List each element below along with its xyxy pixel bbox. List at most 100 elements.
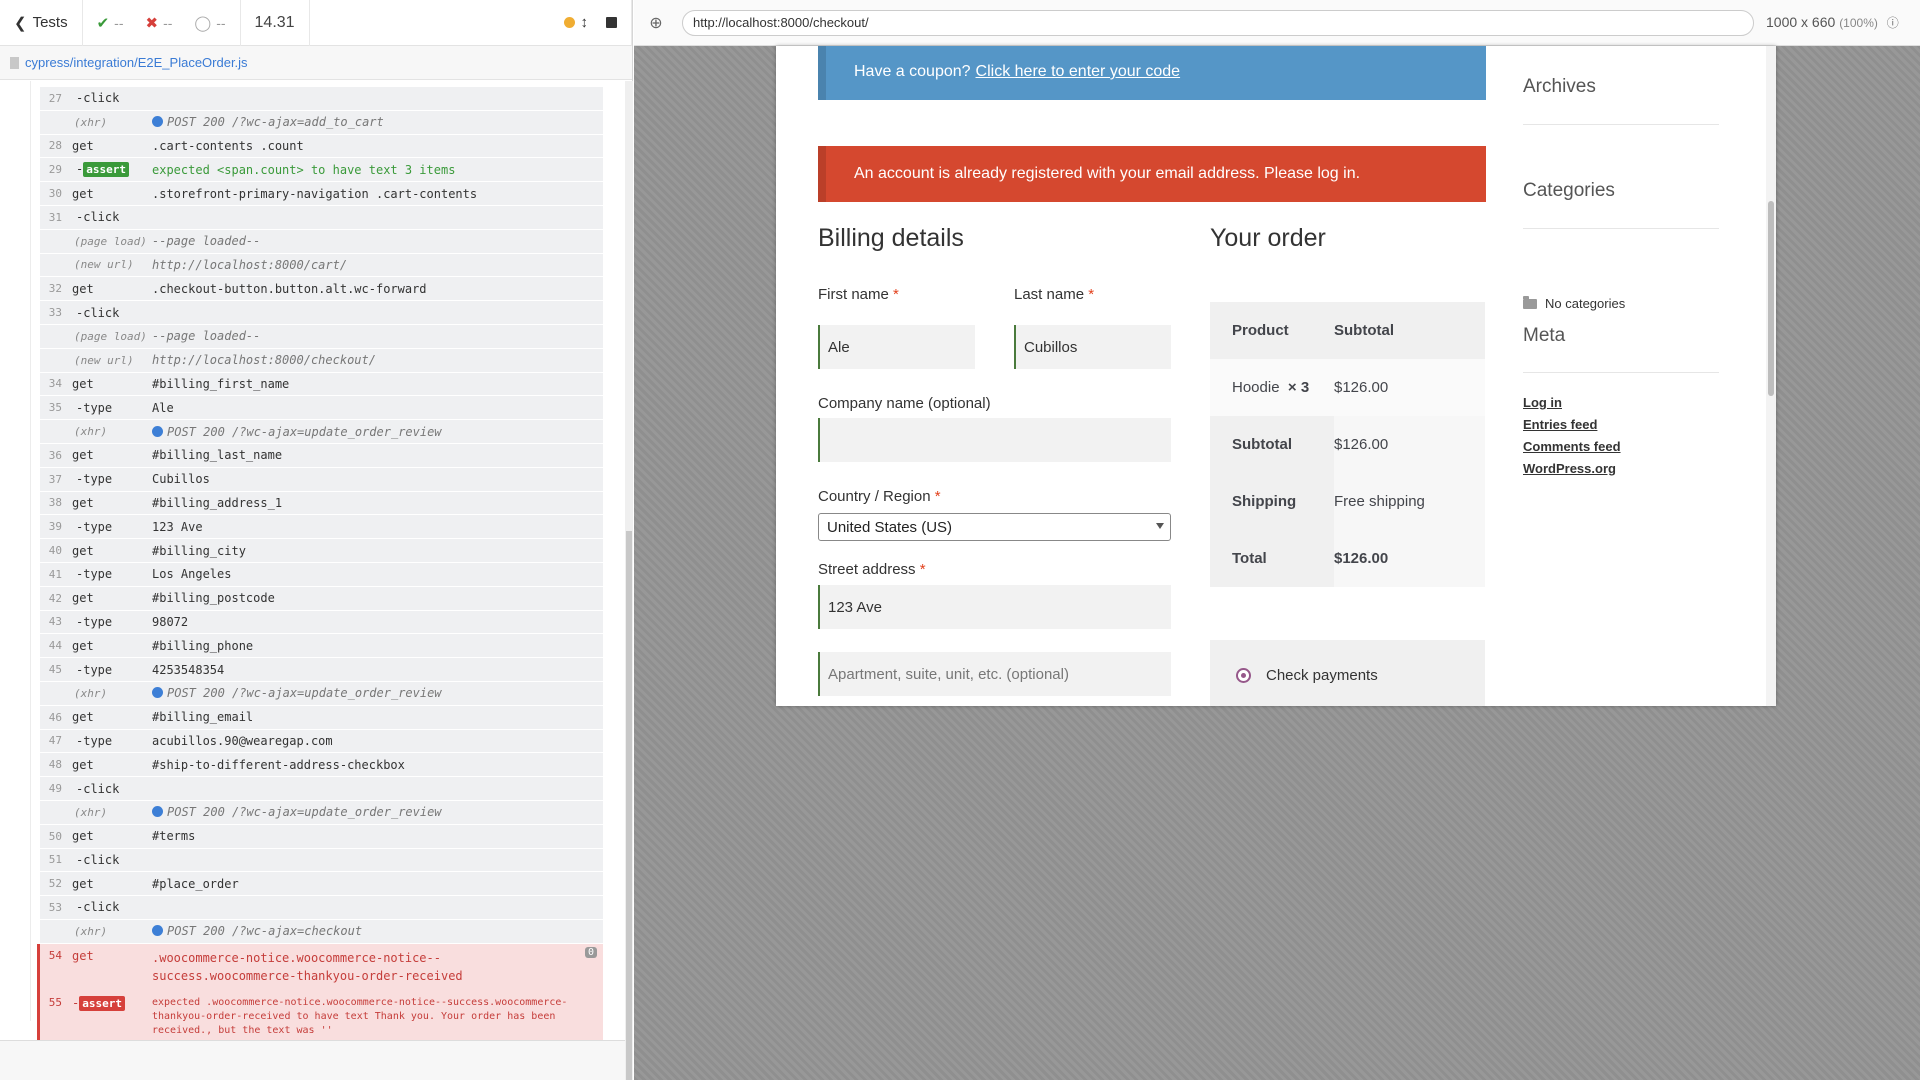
- page-scrollbar[interactable]: [1766, 46, 1776, 706]
- command-name: -type: [76, 519, 113, 534]
- stop-icon[interactable]: [606, 17, 617, 28]
- command-name: -click: [76, 781, 120, 796]
- command-message: 98072: [152, 614, 189, 629]
- command-row[interactable]: 27 -click: [40, 87, 603, 111]
- log-scrollbar-thumb[interactable]: [626, 531, 632, 1080]
- archives-heading: Archives: [1523, 76, 1596, 97]
- command-row[interactable]: 34 get #billing_first_name: [40, 372, 603, 397]
- command-row[interactable]: (xhr) POST 200 /?wc-ajax=update_order_rev…: [40, 420, 603, 444]
- command-row[interactable]: (xhr) POST 200 /?wc-ajax=checkout: [40, 919, 603, 944]
- spec-file-link[interactable]: cypress/integration/E2E_PlaceOrder.js: [25, 55, 248, 70]
- command-number: 45: [48, 663, 62, 677]
- log-scrollbar[interactable]: [625, 81, 633, 1080]
- cross-icon: ✖: [145, 14, 159, 32]
- auto-scroll-icon[interactable]: ↕: [581, 14, 589, 31]
- command-name: -click: [76, 210, 120, 225]
- command-row[interactable]: 31 -click: [40, 205, 603, 230]
- command-number: 53: [48, 900, 62, 914]
- first-name-field[interactable]: Ale: [818, 325, 975, 369]
- assert-fail-badge: assert: [79, 995, 125, 1011]
- coupon-notice: Have a coupon? Click here to enter your …: [818, 46, 1486, 100]
- viewport-size: 1000 x 660: [1766, 14, 1836, 30]
- col-subtotal: Subtotal: [1334, 302, 1485, 359]
- page-scrollbar-thumb[interactable]: [1768, 201, 1774, 396]
- command-row[interactable]: 47 -type acubillos.90@wearegap.com: [40, 729, 603, 754]
- xhr-text: POST 200 /?wc-ajax=update_order_review: [167, 686, 442, 701]
- command-name: get: [72, 710, 94, 725]
- meta-link-entries-feed[interactable]: Entries feed: [1523, 417, 1597, 432]
- command-name: get: [72, 829, 94, 844]
- info-icon[interactable]: ⓘ: [1887, 16, 1899, 30]
- command-number: 50: [48, 829, 62, 843]
- selector-playground-icon[interactable]: ⊕: [642, 9, 670, 37]
- command-row[interactable]: (page load) --page loaded--: [40, 324, 603, 349]
- command-name: -click: [76, 305, 120, 320]
- command-row[interactable]: 42 get #billing_postcode: [40, 586, 603, 611]
- command-message: #ship-to-different-address-checkbox: [152, 757, 405, 772]
- command-row[interactable]: (new url) http://localhost:8000/checkout/: [40, 348, 603, 373]
- command-row[interactable]: 32 get .checkout-button.button.alt.wc-forw…: [40, 277, 603, 302]
- first-name-label: First name *: [818, 286, 899, 303]
- street-field[interactable]: 123 Ave: [818, 585, 1171, 629]
- viewport-scale: (100%): [1839, 16, 1878, 30]
- command-row[interactable]: 48 get #ship-to-different-address-checkbox: [40, 753, 603, 778]
- command-number: 41: [48, 567, 62, 581]
- meta-link-comments-feed[interactable]: Comments feed: [1523, 439, 1621, 454]
- tests-button[interactable]: ❮ Tests: [0, 0, 83, 46]
- coupon-link[interactable]: Click here to enter your code: [976, 63, 1181, 81]
- command-row[interactable]: 28 get .cart-contents .count: [40, 134, 603, 159]
- last-name-field[interactable]: Cubillos: [1014, 325, 1171, 369]
- check-payments-radio[interactable]: [1236, 668, 1251, 683]
- command-message: #billing_city: [152, 543, 246, 558]
- command-row[interactable]: 44 get #billing_phone: [40, 634, 603, 659]
- command-row[interactable]: (xhr) POST 200 /?wc-ajax=add_to_cart: [40, 110, 603, 135]
- command-message: .storefront-primary-navigation .cart-con…: [152, 186, 478, 201]
- command-row[interactable]: 53 -click: [40, 896, 603, 920]
- command-name: get: [72, 591, 94, 606]
- command-number: 47: [48, 734, 62, 748]
- command-row[interactable]: 41 -type Los Angeles: [40, 562, 603, 587]
- country-select[interactable]: United States (US): [818, 513, 1171, 541]
- shipping-row: Shipping Free shipping: [1210, 473, 1485, 530]
- command-row[interactable]: 29- assert expected <span.count> to have t…: [40, 158, 603, 183]
- command-message: #billing_email: [152, 710, 254, 725]
- command-number: 52: [48, 877, 62, 891]
- company-field[interactable]: [818, 418, 1171, 462]
- command-row[interactable]: 46 get #billing_email: [40, 705, 603, 730]
- command-row[interactable]: 50 get #terms: [40, 824, 603, 849]
- failed-command-row[interactable]: 54 get .woocommerce-notice.woocommerce-not…: [37, 943, 603, 991]
- command-row[interactable]: 39 -type 123 Ave: [40, 515, 603, 540]
- command-row[interactable]: 45 -type 4253548354: [40, 658, 603, 682]
- command-row[interactable]: 51 -click: [40, 848, 603, 873]
- command-name: (xhr): [74, 115, 108, 129]
- command-row[interactable]: (new url) http://localhost:8000/cart/: [40, 253, 603, 278]
- command-row[interactable]: 49 -click: [40, 777, 603, 801]
- meta-link-log-in[interactable]: Log in: [1523, 395, 1562, 410]
- command-name: (new url): [74, 353, 134, 367]
- command-row[interactable]: (xhr) POST 200 /?wc-ajax=update_order_rev…: [40, 800, 603, 825]
- xhr-dot-icon: [152, 425, 163, 437]
- command-row[interactable]: (xhr) POST 200 /?wc-ajax=update_order_rev…: [40, 681, 603, 706]
- command-name: get: [72, 186, 94, 201]
- command-row[interactable]: (page load) --page loaded--: [40, 229, 603, 254]
- command-message: .checkout-button.button.alt.wc-forward: [152, 281, 427, 296]
- failed-command-row[interactable]: 55- assert expected .woocommerce-notice.wo…: [37, 990, 603, 1044]
- command-row[interactable]: 40 get #billing_city: [40, 539, 603, 563]
- command-row[interactable]: 52 get #place_order: [40, 872, 603, 897]
- command-row[interactable]: 30 get .storefront-primary-navigation .car…: [40, 182, 603, 206]
- command-name: get: [72, 376, 94, 391]
- command-number: 35: [48, 401, 62, 415]
- command-row[interactable]: 37 -type Cubillos: [40, 467, 603, 492]
- xhr-dot-icon: [152, 687, 163, 699]
- meta-link-wordpress-org[interactable]: WordPress.org: [1523, 461, 1616, 476]
- command-row[interactable]: 36 get #billing_last_name: [40, 443, 603, 468]
- apartment-field[interactable]: Apartment, suite, unit, etc. (optional): [818, 652, 1171, 696]
- url-display[interactable]: http://localhost:8000/checkout/: [682, 9, 1754, 36]
- command-row[interactable]: 38 get #billing_address_1: [40, 491, 603, 516]
- command-row[interactable]: 33 -click: [40, 301, 603, 325]
- command-row[interactable]: 43 -type 98072: [40, 610, 603, 635]
- check-payments-label[interactable]: Check payments: [1266, 667, 1378, 684]
- command-row[interactable]: 35 -type Ale: [40, 396, 603, 421]
- folder-icon: [1523, 295, 1537, 309]
- command-name: -click: [76, 900, 120, 915]
